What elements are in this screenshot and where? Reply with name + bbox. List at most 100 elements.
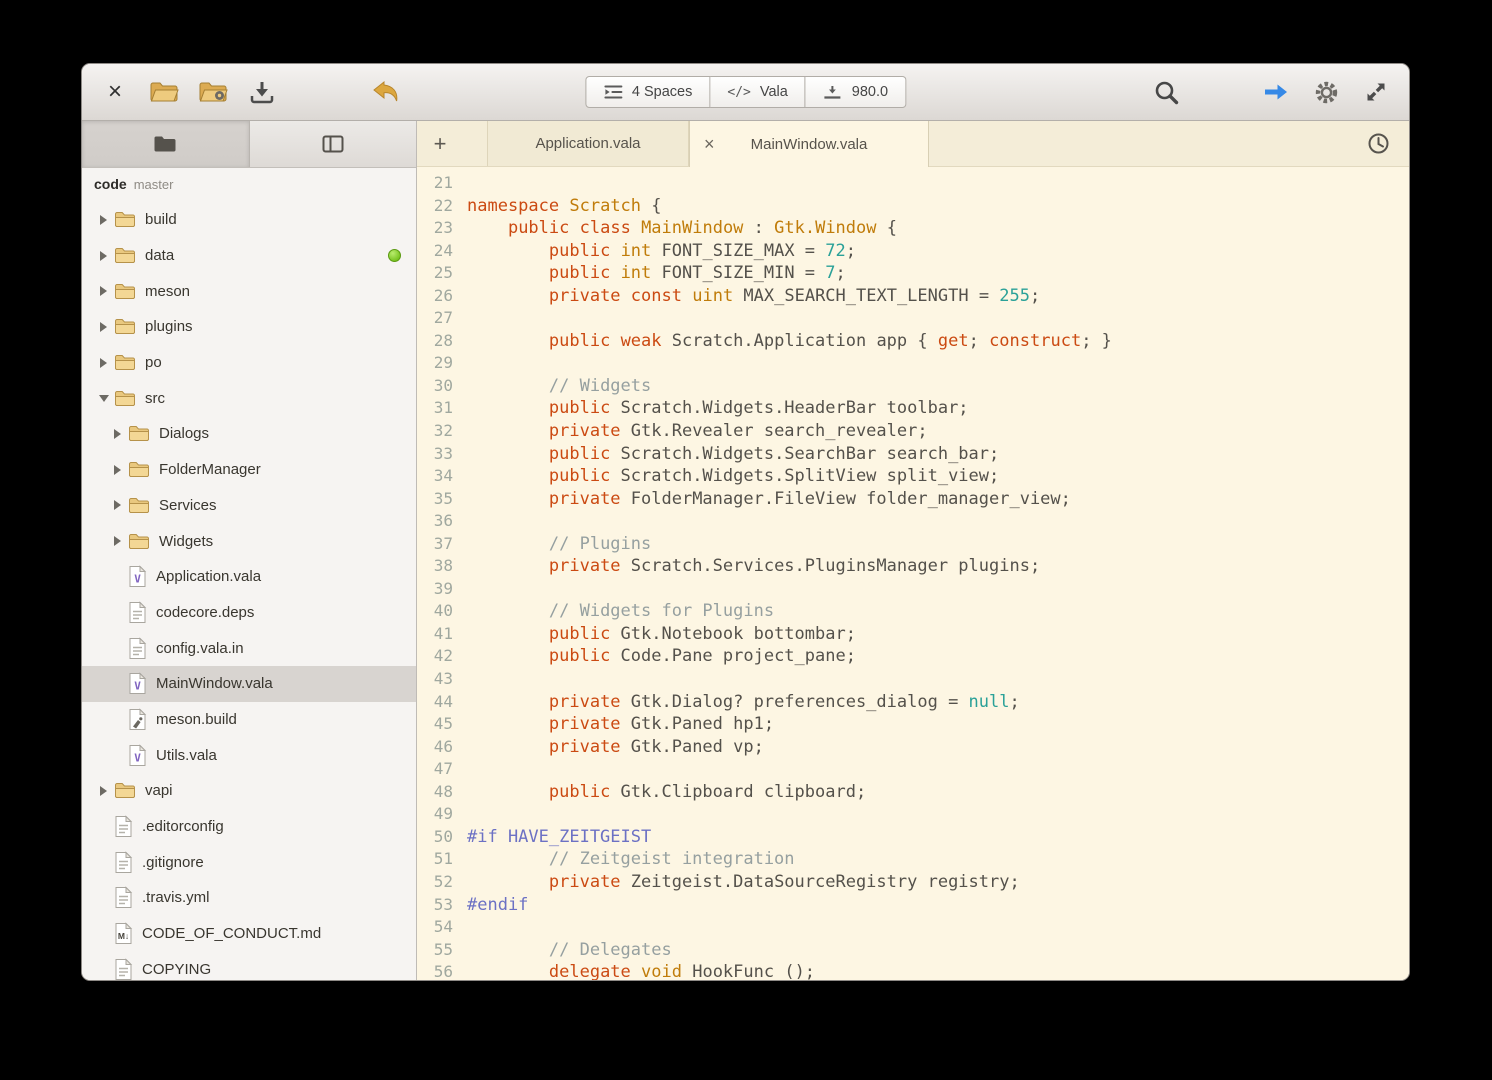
tree-item-label: data [145, 247, 175, 265]
line-number: 39 [433, 578, 453, 598]
tree-item--editorconfig[interactable]: .editorconfig [82, 809, 416, 845]
disclosure-collapsed-icon[interactable] [95, 250, 112, 261]
tree-item-services[interactable]: Services [82, 488, 416, 524]
search-icon [1153, 79, 1180, 106]
tree-item-foldermanager[interactable]: FolderManager [82, 452, 416, 488]
tab-close-button[interactable]: × [704, 135, 715, 153]
code-line-30: 30 // Widgets [417, 375, 1409, 398]
fullscreen-button[interactable] [1359, 75, 1393, 109]
disclosure-collapsed-icon[interactable] [109, 464, 126, 475]
text-file-icon [114, 851, 133, 874]
disclosure-expanded-icon[interactable] [95, 394, 112, 402]
code-line-32: 32 private Gtk.Revealer search_revealer; [417, 420, 1409, 443]
disclosure-collapsed-icon[interactable] [109, 500, 126, 511]
panels-icon [322, 135, 344, 153]
line-width-button[interactable]: 980.0 [805, 76, 907, 108]
code-line-53: 53 #endif [417, 894, 1409, 917]
line-number: 46 [433, 736, 453, 756]
code-line-21: 21 [417, 172, 1409, 195]
disclosure-collapsed-icon[interactable] [95, 321, 112, 332]
tree-item-src[interactable]: src [82, 380, 416, 416]
tree-item-codecore-deps[interactable]: codecore.deps [82, 595, 416, 631]
sidebar: code master build data meson plugins po src Di… [82, 121, 417, 980]
svg-text:M↓: M↓ [118, 931, 129, 941]
disclosure-collapsed-icon[interactable] [95, 286, 112, 297]
tree-item--gitignore[interactable]: .gitignore [82, 844, 416, 880]
tree-item-label: config.vala.in [156, 639, 244, 657]
text-file-icon [128, 636, 147, 660]
language-button[interactable]: </> Vala [710, 76, 806, 108]
tree-item-meson[interactable]: meson [82, 273, 416, 309]
folder-icon [128, 461, 150, 478]
new-tab-button[interactable]: + [417, 121, 463, 166]
code-text: public int FONT_SIZE_MIN = 7; [548, 263, 846, 284]
line-number: 30 [433, 375, 453, 395]
open-file-button[interactable] [147, 75, 181, 109]
toolbar-left-group: × [98, 75, 403, 109]
tree-item--travis-yml[interactable]: .travis.yml [82, 880, 416, 916]
tab-application-vala[interactable]: Application.vala [487, 121, 689, 166]
tree-item-config-vala-in[interactable]: config.vala.in [82, 630, 416, 666]
sidebar-tab-files[interactable] [82, 121, 250, 167]
project-header[interactable]: code master [82, 168, 416, 202]
line-number: 28 [433, 330, 453, 350]
line-number: 36 [433, 511, 453, 531]
fullscreen-icon [1364, 80, 1388, 104]
tree-item-vapi[interactable]: vapi [82, 773, 416, 809]
search-button[interactable] [1149, 75, 1183, 109]
undo-icon [371, 79, 401, 105]
window-close-button[interactable]: × [98, 75, 132, 109]
tree-item-plugins[interactable]: plugins [82, 309, 416, 345]
tree-item-mainwindow-vala[interactable]: V MainWindow.vala [82, 665, 416, 702]
tree-item-label: .editorconfig [142, 818, 224, 836]
code-text: private const uint MAX_SEARCH_TEXT_LENGT… [548, 285, 1041, 306]
line-number: 42 [433, 646, 453, 666]
history-button[interactable] [1361, 127, 1395, 161]
save-as-button[interactable] [245, 75, 279, 109]
indentation-label: 4 Spaces [631, 84, 693, 100]
tree-item-application-vala[interactable]: V Application.vala [82, 559, 416, 595]
tree-item-dialogs[interactable]: Dialogs [82, 416, 416, 452]
svg-text:V: V [134, 680, 141, 693]
tab-mainwindow-vala[interactable]: × MainWindow.vala [689, 121, 929, 167]
indentation-button[interactable]: 4 Spaces [584, 76, 711, 108]
folder-icon [128, 497, 150, 514]
code-editor[interactable]: 21 22 namespace Scratch {23 public class M… [417, 167, 1409, 980]
tree-item-label: Application.vala [156, 568, 262, 586]
vala-file-icon: V [128, 565, 147, 588]
tree-item-label: COPYING [142, 960, 212, 978]
tree-item-utils-vala[interactable]: V Utils.vala [82, 737, 416, 773]
sidebar-tab-panels[interactable] [250, 121, 417, 167]
tree-item-label: Services [159, 496, 217, 514]
build-file-icon [128, 708, 147, 731]
disclosure-collapsed-icon[interactable] [109, 536, 126, 547]
code-line-55: 55 // Delegates [417, 939, 1409, 962]
code-line-29: 29 [417, 352, 1409, 375]
go-jump-button[interactable] [1259, 75, 1293, 109]
disclosure-collapsed-icon[interactable] [95, 357, 112, 368]
tree-item-data[interactable]: data [82, 238, 416, 274]
tree-item-build[interactable]: build [82, 202, 416, 238]
tree-item-widgets[interactable]: Widgets [82, 523, 416, 559]
tree-item-po[interactable]: po [82, 345, 416, 381]
tree-item-code-of-conduct-md[interactable]: M↓ CODE_OF_CONDUCT.md [82, 916, 416, 952]
disclosure-collapsed-icon[interactable] [95, 785, 112, 796]
templates-button[interactable] [196, 75, 230, 109]
code-line-47: 47 [417, 758, 1409, 781]
code-text: public Code.Pane project_pane; [548, 646, 856, 667]
code-line-49: 49 [417, 803, 1409, 826]
disclosure-collapsed-icon[interactable] [95, 214, 112, 225]
toolbar-right-group [1149, 75, 1393, 109]
save-as-icon [249, 79, 275, 105]
disclosure-collapsed-icon[interactable] [109, 428, 126, 439]
line-number: 35 [433, 488, 453, 508]
tree-item-copying[interactable]: COPYING [82, 951, 416, 980]
folder-icon [114, 354, 136, 371]
tree-item-meson-build[interactable]: meson.build [82, 702, 416, 738]
svg-text:V: V [134, 573, 141, 586]
undo-button[interactable] [369, 75, 403, 109]
settings-button[interactable] [1309, 75, 1343, 109]
code-line-23: 23 public class MainWindow : Gtk.Window … [417, 217, 1409, 240]
